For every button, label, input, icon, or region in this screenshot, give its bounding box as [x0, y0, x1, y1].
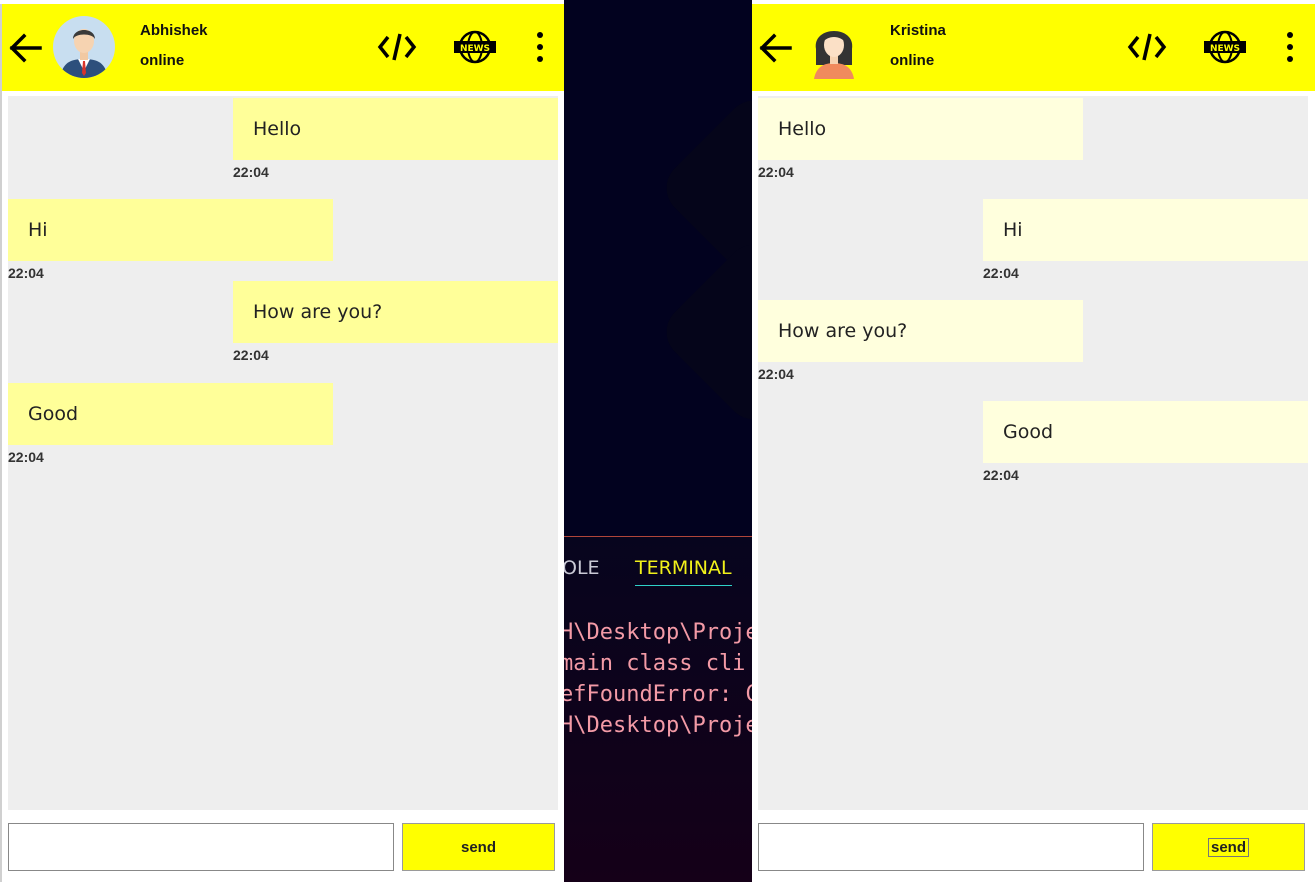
terminal-line: efFoundError: C: [564, 682, 752, 707]
more-vertical-icon[interactable]: [530, 30, 550, 64]
message-bubble-received: Hi: [8, 199, 333, 261]
more-vertical-icon[interactable]: [1280, 30, 1300, 64]
message-time: 22:04: [8, 449, 44, 465]
terminal-line: main class cli: [564, 651, 746, 676]
message-bubble-sent: How are you?: [233, 281, 558, 343]
code-icon[interactable]: [377, 30, 417, 64]
avatar: [53, 16, 115, 78]
chat-header: Kristina online NEWS: [752, 4, 1315, 91]
send-button-label: send: [1207, 838, 1250, 857]
message-input[interactable]: [8, 823, 394, 871]
terminal-panel: [564, 537, 752, 882]
message-list: Hello 22:04 Hi 22:04 How are you? 22:04 …: [758, 96, 1308, 810]
message-bubble-sent: Hello: [233, 98, 558, 160]
contact-name: Kristina: [890, 22, 946, 39]
chat-window-abhishek: Abhishek online NEWS Hello 22:04 Hi 22:0…: [0, 4, 564, 882]
message-time: 22:04: [233, 347, 269, 363]
contact-name: Abhishek: [140, 22, 208, 39]
terminal-line: H\Desktop\Proje: [564, 620, 752, 645]
message-time: 22:04: [758, 366, 794, 382]
message-time: 22:04: [983, 265, 1019, 281]
message-list: Hello 22:04 Hi 22:04 How are you? 22:04 …: [8, 96, 558, 810]
tab-terminal[interactable]: TERMINAL: [635, 557, 732, 586]
ide-logo-shape: [655, 233, 752, 431]
tab-debug-console[interactable]: OLE: [564, 557, 600, 579]
message-bubble-received: Hello: [758, 98, 1083, 160]
message-bubble-received: How are you?: [758, 300, 1083, 362]
code-icon[interactable]: [1127, 30, 1167, 64]
send-button[interactable]: send: [402, 823, 555, 871]
contact-status: online: [140, 52, 185, 69]
message-time: 22:04: [758, 164, 794, 180]
message-time: 22:04: [983, 467, 1019, 483]
send-button[interactable]: send: [1152, 823, 1305, 871]
message-bubble-received: Good: [8, 383, 333, 445]
svg-text:NEWS: NEWS: [460, 44, 490, 54]
terminal-line: H\Desktop\Proje: [564, 713, 752, 738]
arrow-left-icon[interactable]: [8, 30, 44, 66]
message-bubble-sent: Hi: [983, 199, 1308, 261]
news-globe-icon[interactable]: NEWS: [1202, 30, 1248, 64]
news-globe-icon[interactable]: NEWS: [452, 30, 498, 64]
arrow-left-icon[interactable]: [758, 30, 794, 66]
avatar: [814, 31, 854, 79]
svg-text:NEWS: NEWS: [1210, 44, 1240, 54]
contact-status: online: [890, 52, 935, 69]
message-time: 22:04: [8, 265, 44, 281]
message-time: 22:04: [233, 164, 269, 180]
ide-background: OLE TERMINAL H\Desktop\Proje main class …: [564, 0, 752, 882]
message-input[interactable]: [758, 823, 1144, 871]
chat-window-kristina: Kristina online NEWS Hello 22:04 Hi 22:0…: [752, 4, 1315, 882]
send-button-label: send: [460, 839, 496, 856]
message-bubble-sent: Good: [983, 401, 1308, 463]
chat-header: Abhishek online NEWS: [2, 4, 564, 91]
